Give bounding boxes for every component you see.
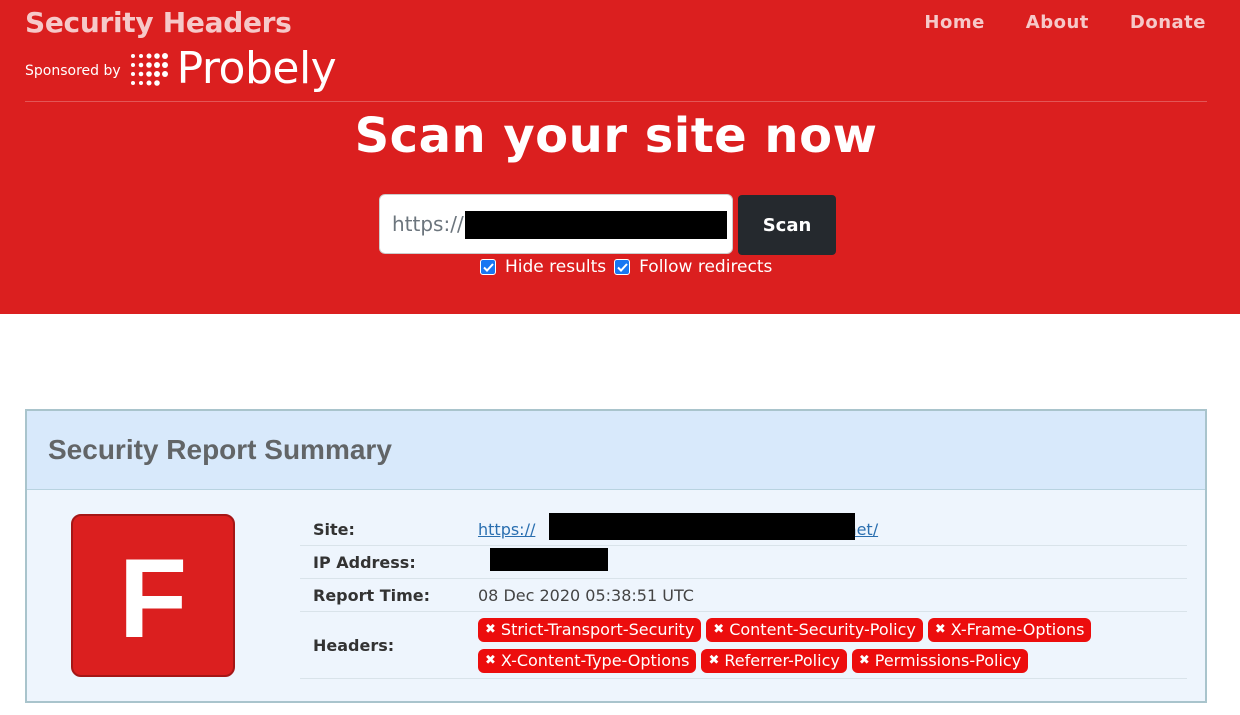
nav-about[interactable]: About <box>1026 12 1089 33</box>
redacted-ip-block <box>490 548 608 571</box>
badge-label: Content-Security-Policy <box>729 620 916 639</box>
security-report-panel: Security Report Summary F Site: https://… <box>25 409 1207 703</box>
checkbox-checked-icon[interactable] <box>480 259 496 275</box>
table-row: IP Address: <box>300 546 1187 579</box>
site-header: Security Headers Sponsored by Probely Ho… <box>0 0 1240 314</box>
headers-label: Headers: <box>313 635 395 655</box>
scan-options: Hide results Follow redirects <box>480 257 780 277</box>
badge-label: Permissions-Policy <box>874 651 1022 670</box>
report-header: Security Report Summary <box>27 411 1205 490</box>
redacted-url-block <box>465 211 727 239</box>
grade-letter: F <box>118 535 188 661</box>
option-label: Follow redirects <box>639 257 773 277</box>
close-icon: ✖ <box>713 622 725 637</box>
checkbox-checked-icon[interactable] <box>614 259 631 275</box>
brand-title[interactable]: Security Headers <box>25 6 292 39</box>
headers-value: ✖ Strict-Transport-Security ✖ Content-Secu… <box>478 617 1187 673</box>
report-time-label: Report Time: <box>313 585 431 605</box>
missing-header-badge[interactable]: ✖ X-Content-Type-Options <box>478 648 697 673</box>
missing-headers-list: ✖ Strict-Transport-Security ✖ Content-Secu… <box>478 617 1098 673</box>
site-label: Site: <box>313 519 355 539</box>
badge-label: X-Frame-Options <box>950 620 1085 639</box>
close-icon: ✖ <box>858 653 870 668</box>
option-follow-redirects[interactable]: Follow redirects <box>614 257 772 277</box>
probely-logo-icon <box>130 53 168 86</box>
page-heading: Scan your site now <box>354 108 878 164</box>
sponsor-label: Sponsored by <box>25 63 121 79</box>
missing-header-badge[interactable]: ✖ Permissions-Policy <box>851 648 1029 673</box>
report-time-value: 08 Dec 2020 05:38:51 UTC <box>478 585 694 605</box>
badge-label: X-Content-Type-Options <box>500 651 690 670</box>
redacted-site-block <box>549 513 855 540</box>
badge-label: Strict-Transport-Security <box>500 620 695 639</box>
site-prefix: https:// <box>478 519 536 539</box>
header-divider <box>25 101 1207 102</box>
close-icon: ✖ <box>708 653 720 668</box>
nav-home[interactable]: Home <box>924 12 984 33</box>
missing-header-badge[interactable]: ✖ X-Frame-Options <box>927 617 1092 642</box>
sponsor-block[interactable]: Sponsored by Probely <box>25 43 337 94</box>
missing-header-badge[interactable]: ✖ Content-Security-Policy <box>706 617 923 642</box>
option-label: Hide results <box>505 257 607 277</box>
close-icon: ✖ <box>934 622 946 637</box>
sponsor-name: Probely <box>176 43 337 94</box>
close-icon: ✖ <box>485 622 496 637</box>
grade-badge: F <box>71 514 235 677</box>
close-icon: ✖ <box>485 653 496 668</box>
scan-button[interactable]: Scan <box>738 195 836 255</box>
table-row: Headers: ✖ Strict-Transport-Security ✖ Con… <box>300 612 1187 679</box>
option-hide-results[interactable]: Hide results <box>480 257 606 277</box>
badge-label: Referrer-Policy <box>724 651 840 670</box>
report-title: Security Report Summary <box>48 434 392 465</box>
missing-header-badge[interactable]: ✖ Strict-Transport-Security <box>478 617 702 642</box>
missing-header-badge[interactable]: ✖ Referrer-Policy <box>701 648 847 673</box>
top-nav: Home About Donate <box>924 12 1206 33</box>
nav-donate[interactable]: Donate <box>1130 12 1206 33</box>
ip-label: IP Address: <box>313 552 416 572</box>
table-row: Report Time: 08 Dec 2020 05:38:51 UTC <box>300 579 1187 612</box>
